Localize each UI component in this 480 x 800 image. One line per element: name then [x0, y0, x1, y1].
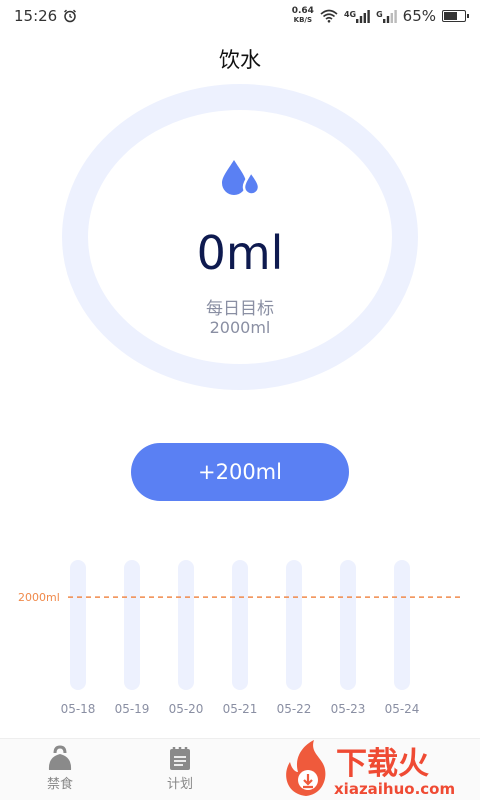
cell-signal-icon [382, 9, 397, 23]
battery-fill [444, 12, 457, 20]
signal-tag-2: G [376, 9, 383, 19]
status-right: 0.64 KB/S 4G G 65% [292, 7, 469, 25]
xiazaihuo-watermark: 下载火 xiazaihuo.com [286, 740, 455, 798]
x-tick-label: 05-18 [61, 702, 96, 716]
network-speed: 0.64 KB/S [292, 7, 314, 25]
x-tick-label: 05-23 [331, 702, 366, 716]
status-bar: 15:26 0.64 KB/S 4G G 65% [0, 0, 480, 32]
battery-icon [442, 10, 469, 22]
x-tick-label: 05-19 [115, 702, 150, 716]
nav-label-plan: 计划 [166, 777, 193, 792]
water-amount: 0ml [196, 226, 284, 280]
x-tick-label: 05-24 [385, 702, 420, 716]
kettlebell-icon [48, 745, 72, 770]
battery-percent: 65% [402, 7, 436, 25]
page-title: 饮水 [219, 48, 261, 72]
watermark-text: 下载火 [336, 746, 429, 782]
nav-item-plan[interactable]: 计划 [150, 745, 210, 792]
bar-track [70, 560, 86, 690]
network-speed-unit: KB/S [293, 16, 312, 24]
nav-label-fasting: 禁食 [46, 777, 73, 792]
add-200ml-button[interactable]: +200ml [131, 443, 349, 501]
bar-track [124, 560, 140, 690]
flame-logo-icon [286, 740, 326, 796]
status-time: 15:26 [14, 7, 58, 25]
target-line-label: 2000ml [18, 591, 60, 604]
cell-signal-icon [356, 9, 370, 23]
signal-2: G [376, 9, 397, 23]
bar-track [178, 560, 194, 690]
daily-goal-value: 2000ml [209, 318, 271, 337]
status-left: 15:26 [14, 7, 77, 25]
alarm-icon [64, 9, 77, 23]
x-tick-label: 05-20 [169, 702, 204, 716]
daily-goal-label: 每日目标 [206, 299, 274, 319]
water-drop-icon [222, 160, 261, 196]
bar-track [286, 560, 302, 690]
bar-track [232, 560, 248, 690]
signal-tag-1: 4G [343, 9, 357, 19]
wifi-icon [320, 9, 338, 23]
x-tick-label: 05-22 [277, 702, 312, 716]
notebook-icon [170, 747, 190, 770]
nav-item-fasting[interactable]: 禁食 [30, 745, 90, 792]
weekly-water-chart: 05-18 05-19 05-20 05-21 05-22 05-23 05-24 2000m… [18, 560, 462, 716]
signal-1: 4G [343, 9, 370, 23]
bar-track [394, 560, 410, 690]
network-speed-value: 0.64 [291, 6, 314, 16]
bar-track [340, 560, 356, 690]
watermark-url: xiazaihuo.com [334, 780, 455, 798]
x-tick-label: 05-21 [223, 702, 258, 716]
